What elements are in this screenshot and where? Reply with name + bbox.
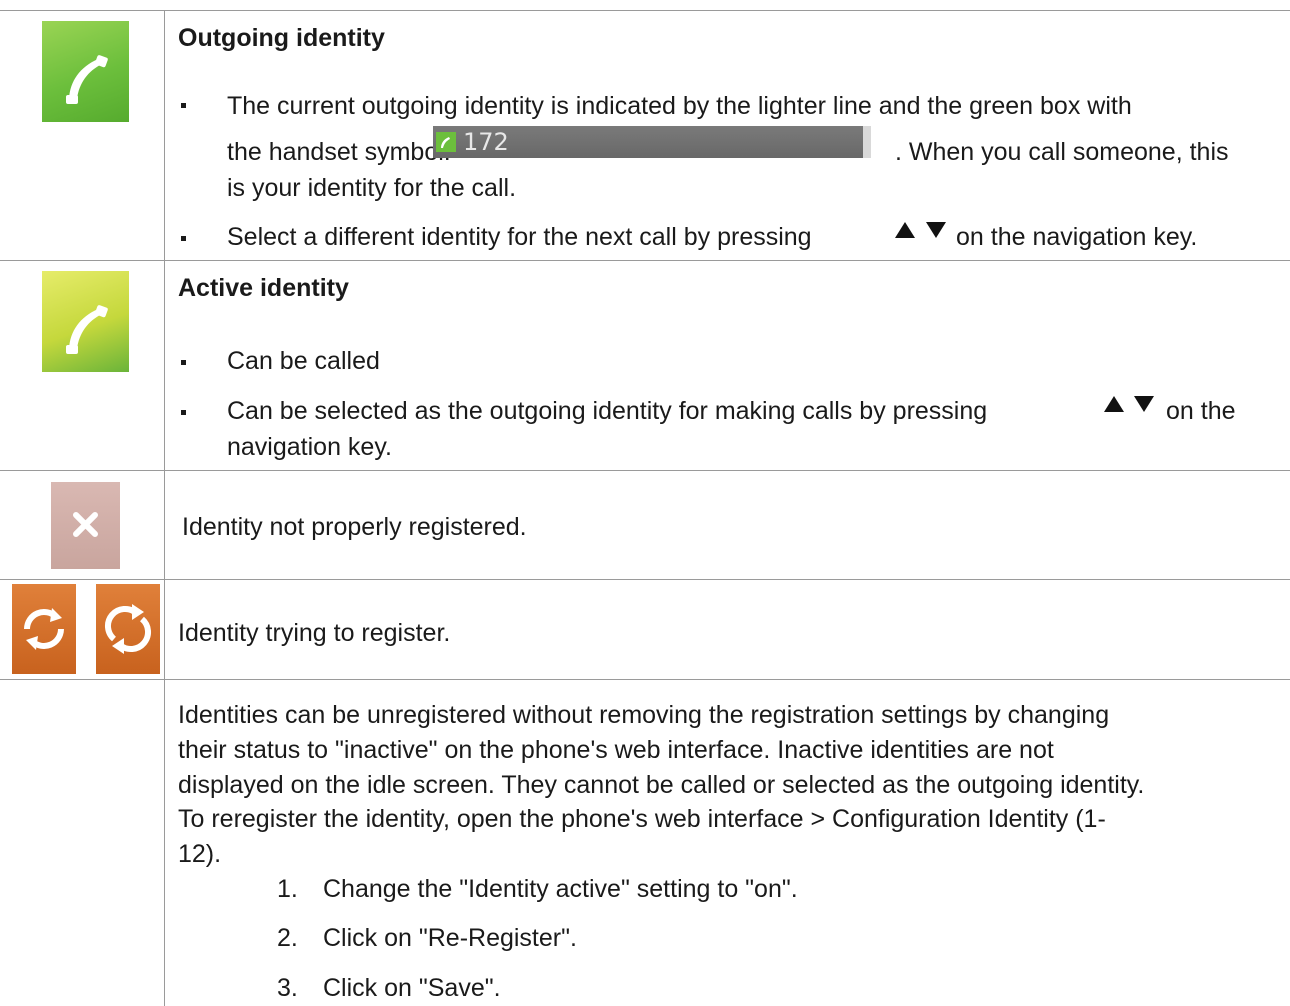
row-divider <box>0 679 1290 680</box>
heading-outgoing-identity: Outgoing identity <box>178 24 385 52</box>
paragraph-line: is your identity for the call. <box>227 174 517 202</box>
step-text: Click on "Re-Register". <box>323 924 577 952</box>
outgoing-handset-icon <box>42 21 129 122</box>
outgoing-identity-status-bar: 172 <box>433 126 871 158</box>
status-description: Identity trying to register. <box>178 619 451 647</box>
status-description: Identity not properly registered. <box>182 513 527 541</box>
bullet <box>181 236 186 241</box>
paragraph-line: The current outgoing identity is indicat… <box>227 92 1132 120</box>
mini-handset-icon <box>436 132 456 152</box>
row-divider <box>0 579 1290 580</box>
paragraph-line: 12). <box>178 840 222 868</box>
row-divider <box>0 260 1290 261</box>
arrow-up-icon <box>895 222 915 238</box>
step-number: 1. <box>277 875 298 903</box>
step-text: Click on "Save". <box>323 974 501 1002</box>
active-handset-icon <box>42 271 129 372</box>
step-text: Change the "Identity active" setting to … <box>323 875 798 903</box>
paragraph-line: on the navigation key. <box>956 223 1198 251</box>
paragraph-line: To reregister the identity, open the pho… <box>178 805 1106 833</box>
step-number: 2. <box>277 924 298 952</box>
paragraph-line: displayed on the idle screen. They canno… <box>178 771 1145 799</box>
paragraph-line: the handset symbol: <box>227 138 451 166</box>
row-divider <box>0 470 1290 471</box>
paragraph-line: on the <box>1166 397 1236 425</box>
paragraph-line: Can be selected as the outgoing identity… <box>227 397 988 425</box>
paragraph-line: . When you call someone, this <box>895 138 1229 166</box>
not-registered-x-icon <box>51 482 120 569</box>
arrow-down-icon <box>926 222 946 238</box>
paragraph-line: Can be called <box>227 347 380 375</box>
paragraph-line: Identities can be unregistered without r… <box>178 701 1110 729</box>
bullet <box>181 360 186 365</box>
paragraph-line: their status to "inactive" on the phone'… <box>178 736 1054 764</box>
arrow-down-icon <box>1134 396 1154 412</box>
identity-number: 172 <box>463 128 509 156</box>
arrow-up-icon <box>1104 396 1124 412</box>
bullet <box>181 103 186 108</box>
paragraph-line: Select a different identity for the next… <box>227 223 812 251</box>
step-number: 3. <box>277 974 298 1002</box>
heading-active-identity: Active identity <box>178 274 349 302</box>
registering-arrows-icon <box>12 584 76 674</box>
registering-arrows-icon <box>96 584 160 674</box>
table-border-top <box>0 10 1290 11</box>
bullet <box>181 410 186 415</box>
column-divider <box>164 10 165 1006</box>
paragraph-line: navigation key. <box>227 433 392 461</box>
status-bar-end <box>863 126 871 158</box>
